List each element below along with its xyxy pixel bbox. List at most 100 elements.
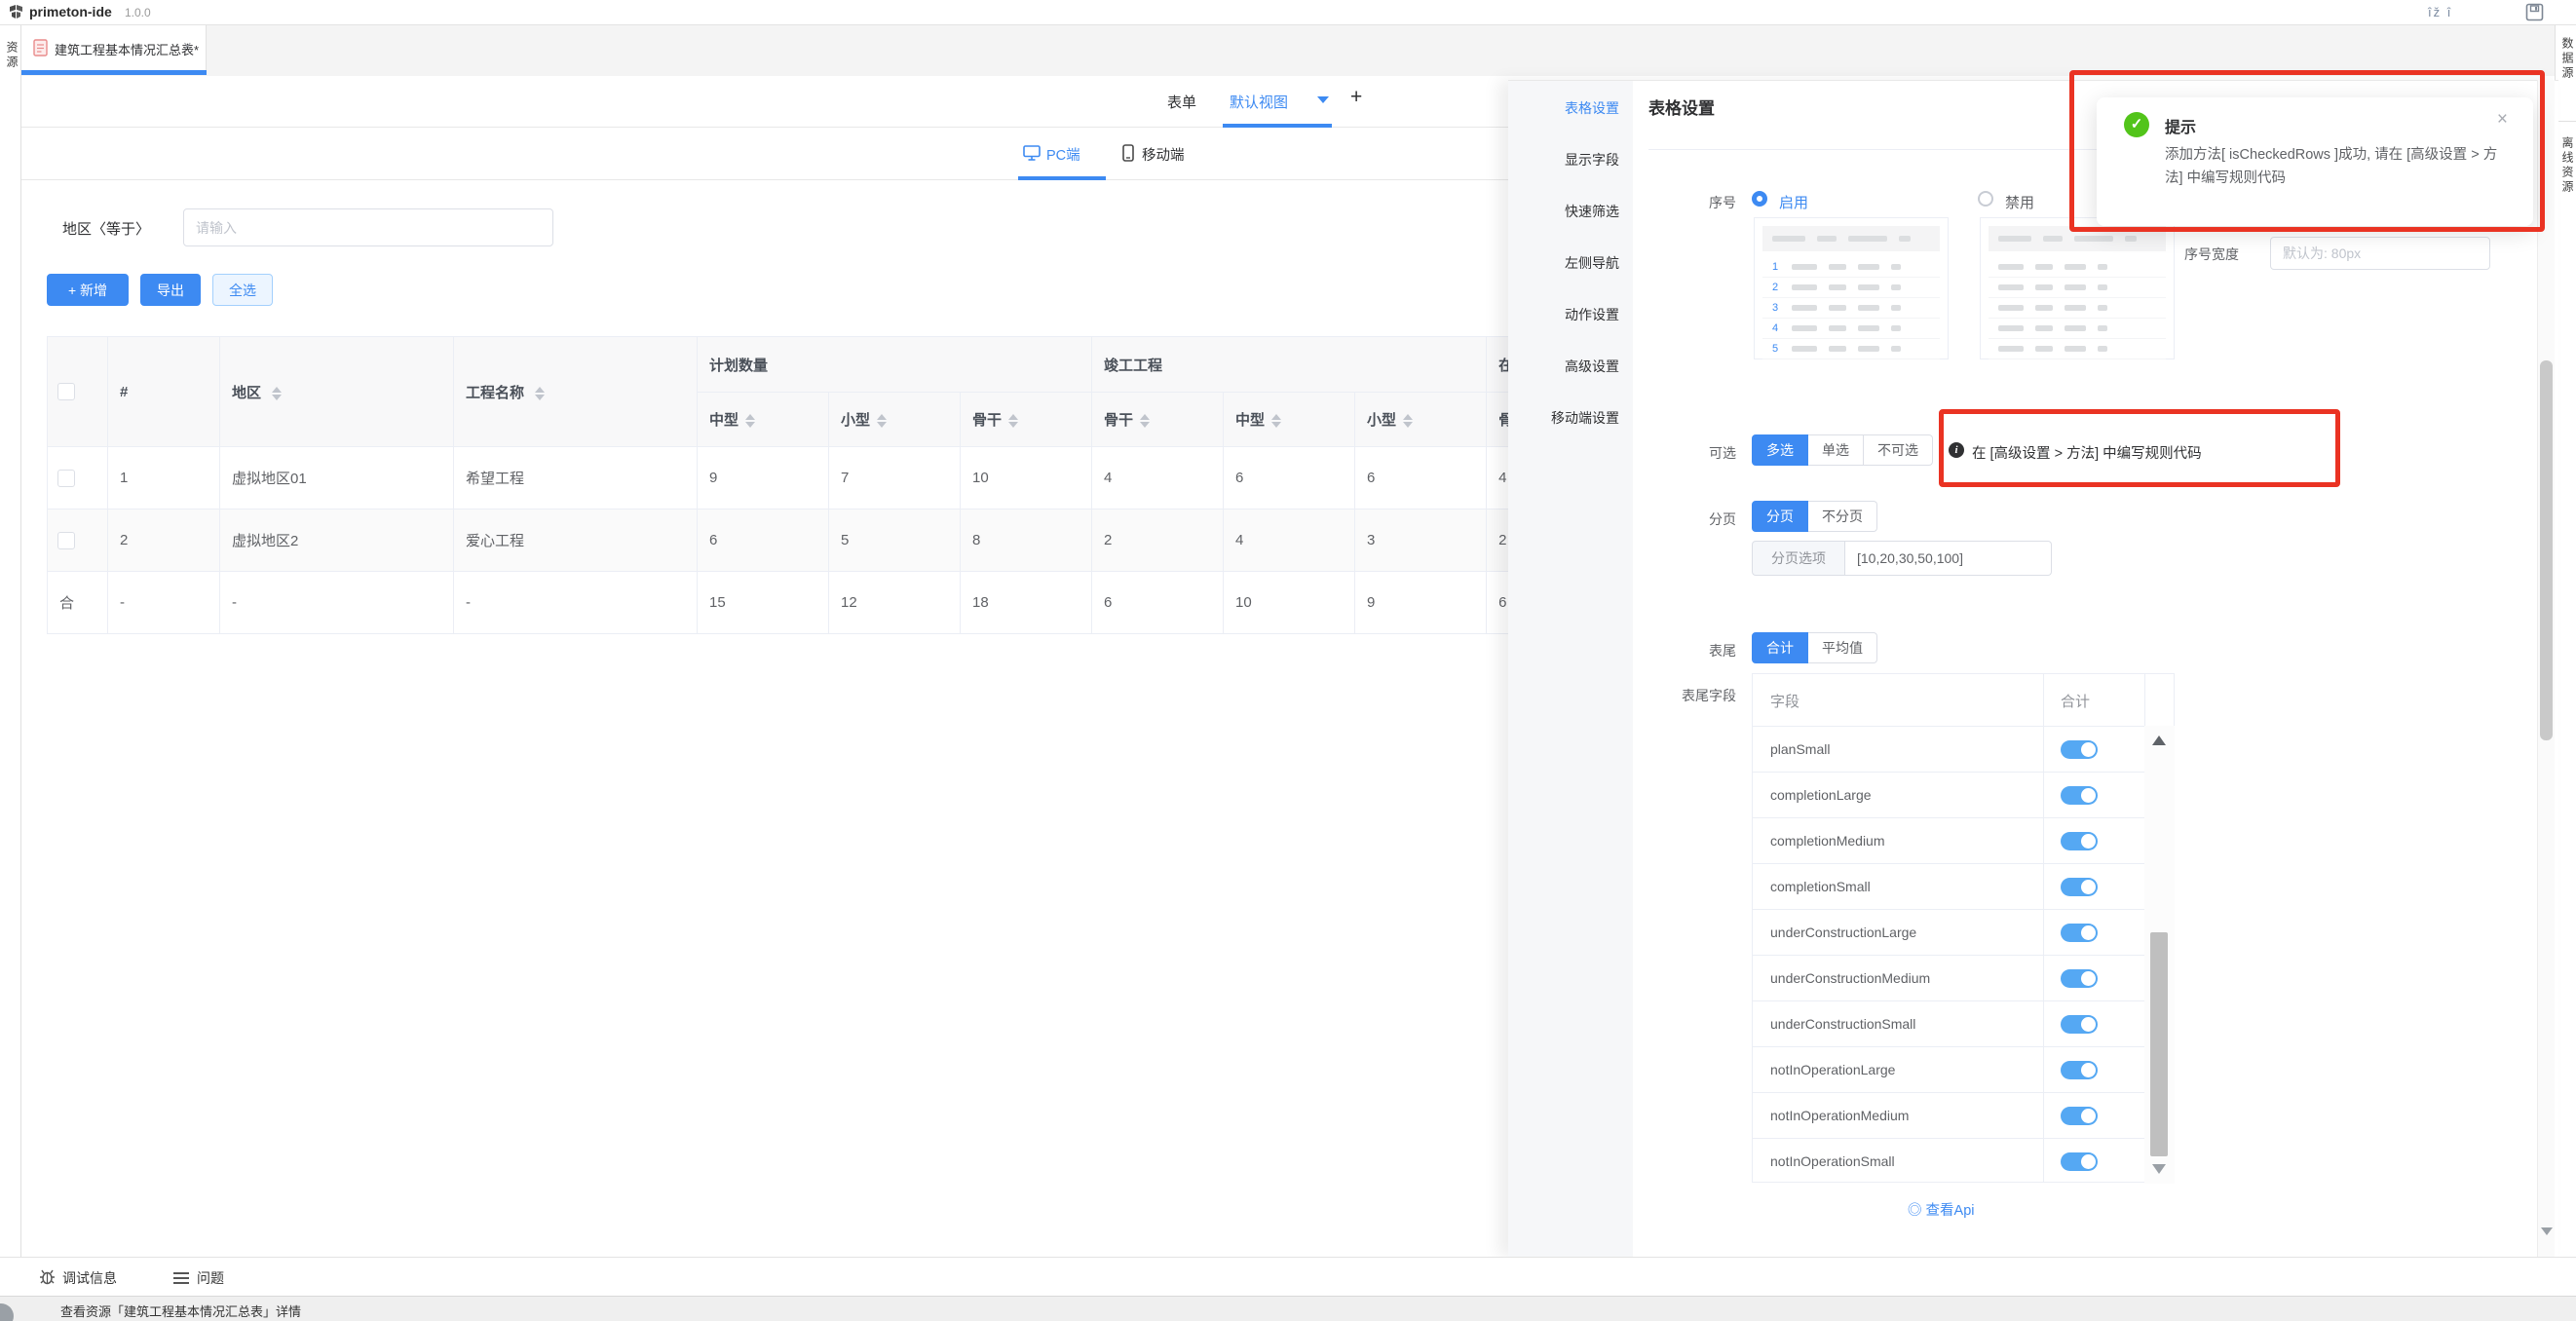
- sort-icon[interactable]: [1140, 414, 1150, 428]
- preview-header: [1762, 226, 1940, 251]
- nav-item-advanced[interactable]: 高级设置: [1565, 357, 1619, 376]
- row-checkbox[interactable]: [57, 532, 75, 549]
- field-row: underConstructionLarge: [1753, 909, 2144, 955]
- sort-icon[interactable]: [745, 414, 755, 428]
- pagination-options-input[interactable]: [1845, 541, 2052, 576]
- titlebar-glyph-icons[interactable]: îž î: [2428, 5, 2452, 19]
- tfoot-fields-header: 字段 合计: [1753, 674, 2174, 726]
- toggle-on[interactable]: [2061, 1107, 2098, 1125]
- export-button[interactable]: 导出: [140, 274, 201, 306]
- toggle-on[interactable]: [2061, 924, 2098, 942]
- panel-scrollbar[interactable]: [2537, 80, 2555, 1257]
- column-header-small[interactable]: 小型: [829, 393, 961, 447]
- scrollbar-thumb[interactable]: [2540, 360, 2553, 740]
- save-icon[interactable]: [2525, 3, 2544, 21]
- option-not-paged[interactable]: 不分页: [1808, 501, 1877, 532]
- scroll-up-icon[interactable]: [2152, 736, 2166, 745]
- nav-item-quick-filter[interactable]: 快速筛选: [1565, 202, 1619, 221]
- debug-info-button[interactable]: 调试信息: [62, 1268, 117, 1288]
- option-sum[interactable]: 合计: [1752, 632, 1808, 663]
- radio-disable-label[interactable]: 禁用: [2005, 192, 2034, 212]
- mobile-icon: [1122, 144, 1134, 162]
- option-paged[interactable]: 分页: [1752, 501, 1808, 532]
- toggle-on[interactable]: [2061, 1061, 2098, 1079]
- filter-input[interactable]: [183, 208, 553, 246]
- sort-icon[interactable]: [1403, 414, 1413, 428]
- table-row: 1 虚拟地区01 希望工程 9 7 10 4 6 6 4: [48, 447, 1509, 510]
- document-tab[interactable]: 建筑工程基本情况汇总表* ×: [21, 25, 207, 71]
- right-rail-divider: [2556, 121, 2576, 122]
- scroll-down-icon[interactable]: [2152, 1164, 2166, 1174]
- toggle-on[interactable]: [2061, 1015, 2098, 1034]
- column-header-backbone[interactable]: 骨: [1487, 393, 1508, 447]
- nav-item-display-fields[interactable]: 显示字段: [1565, 150, 1619, 170]
- tab-form[interactable]: 表单: [1167, 92, 1196, 112]
- column-header-small[interactable]: 小型: [1355, 393, 1487, 447]
- right-rail-tab-offline[interactable]: 离线资源: [2559, 136, 2576, 195]
- tab-default-view[interactable]: 默认视图: [1230, 92, 1288, 112]
- tab-pc[interactable]: PC端: [1046, 144, 1080, 165]
- select-all-checkbox[interactable]: [57, 383, 75, 400]
- status-bar: 查看资源「建筑工程基本情况汇总表」详情: [0, 1296, 2576, 1321]
- left-rail-tab-resources[interactable]: 资源: [4, 41, 20, 70]
- toggle-on[interactable]: [2061, 878, 2098, 896]
- settings-nav: 表格设置 显示字段 快速筛选 左侧导航 动作设置 高级设置 移动端设置: [1508, 81, 1633, 1257]
- nav-item-table-settings[interactable]: 表格设置: [1565, 98, 1619, 118]
- seq-width-label: 序号宽度: [2184, 245, 2239, 264]
- right-rail-tab-datasource[interactable]: 数据源: [2559, 37, 2576, 81]
- column-header-backbone[interactable]: 骨干: [961, 393, 1092, 447]
- nav-item-left-nav[interactable]: 左侧导航: [1565, 253, 1619, 273]
- selectable-label: 可选: [1648, 443, 1736, 463]
- field-row: completionMedium: [1753, 817, 2144, 863]
- toast-close-icon[interactable]: ×: [2497, 109, 2508, 131]
- toggle-on[interactable]: [2061, 832, 2098, 850]
- option-multi-select[interactable]: 多选: [1752, 434, 1808, 466]
- fields-scrollbar[interactable]: [2144, 726, 2175, 1184]
- success-check-icon: ✓: [2124, 112, 2149, 137]
- scroll-down-icon[interactable]: [2541, 1227, 2553, 1235]
- toggle-on[interactable]: [2061, 786, 2098, 805]
- document-tab-close-icon[interactable]: ×: [183, 38, 192, 55]
- toggle-on[interactable]: [2061, 969, 2098, 988]
- problems-button[interactable]: 问题: [197, 1268, 224, 1288]
- toggle-on[interactable]: [2061, 740, 2098, 759]
- column-header-medium[interactable]: 中型: [1224, 393, 1355, 447]
- radio-enable-label[interactable]: 启用: [1779, 192, 1808, 212]
- add-view-button[interactable]: +: [1350, 86, 1362, 109]
- sort-icon[interactable]: [272, 387, 282, 400]
- document-tab-title: 建筑工程基本情况汇总表*: [55, 40, 199, 58]
- tfoot-segmented: 合计 平均值: [1752, 632, 1877, 663]
- tfoot-label: 表尾: [1648, 641, 1736, 660]
- seq-width-input[interactable]: [2270, 237, 2490, 270]
- nav-item-action-settings[interactable]: 动作设置: [1565, 305, 1619, 324]
- chevron-down-icon[interactable]: [1317, 96, 1329, 103]
- option-single-select[interactable]: 单选: [1808, 434, 1864, 466]
- field-row: underConstructionSmall: [1753, 1000, 2144, 1046]
- field-row: notInOperationSmall: [1753, 1138, 2144, 1184]
- tab-mobile[interactable]: 移动端: [1142, 144, 1185, 165]
- column-header-backbone[interactable]: 骨干: [1092, 393, 1224, 447]
- column-header-region[interactable]: 地区: [220, 337, 454, 447]
- radio-disable[interactable]: [1978, 191, 1993, 207]
- sort-icon[interactable]: [877, 414, 887, 428]
- row-checkbox[interactable]: [57, 470, 75, 487]
- sort-icon[interactable]: [1008, 414, 1018, 428]
- device-tab-indicator: [1018, 176, 1106, 180]
- select-all-button[interactable]: 全选: [212, 274, 273, 306]
- option-average[interactable]: 平均值: [1808, 632, 1877, 663]
- scrollbar-thumb[interactable]: [2150, 932, 2168, 1156]
- status-text: 查看资源「建筑工程基本情况汇总表」详情: [60, 1302, 301, 1320]
- table-row: 2 虚拟地区2 爱心工程 6 5 8 2 4 3 2: [48, 510, 1509, 572]
- option-no-select[interactable]: 不可选: [1864, 434, 1933, 466]
- sort-icon[interactable]: [1271, 414, 1281, 428]
- pagination-options-addon: 分页选项: [1752, 541, 1845, 576]
- view-api-link[interactable]: ◎ 查看Api: [1908, 1199, 1975, 1220]
- add-button[interactable]: + 新增: [47, 274, 129, 306]
- eye-icon: ◎: [1908, 1203, 1922, 1219]
- toggle-on[interactable]: [2061, 1152, 2098, 1171]
- column-header-project[interactable]: 工程名称: [454, 337, 698, 447]
- radio-enable[interactable]: [1752, 191, 1767, 207]
- column-header-medium[interactable]: 中型: [698, 393, 829, 447]
- sort-icon[interactable]: [535, 387, 545, 400]
- nav-item-mobile-settings[interactable]: 移动端设置: [1551, 408, 1619, 428]
